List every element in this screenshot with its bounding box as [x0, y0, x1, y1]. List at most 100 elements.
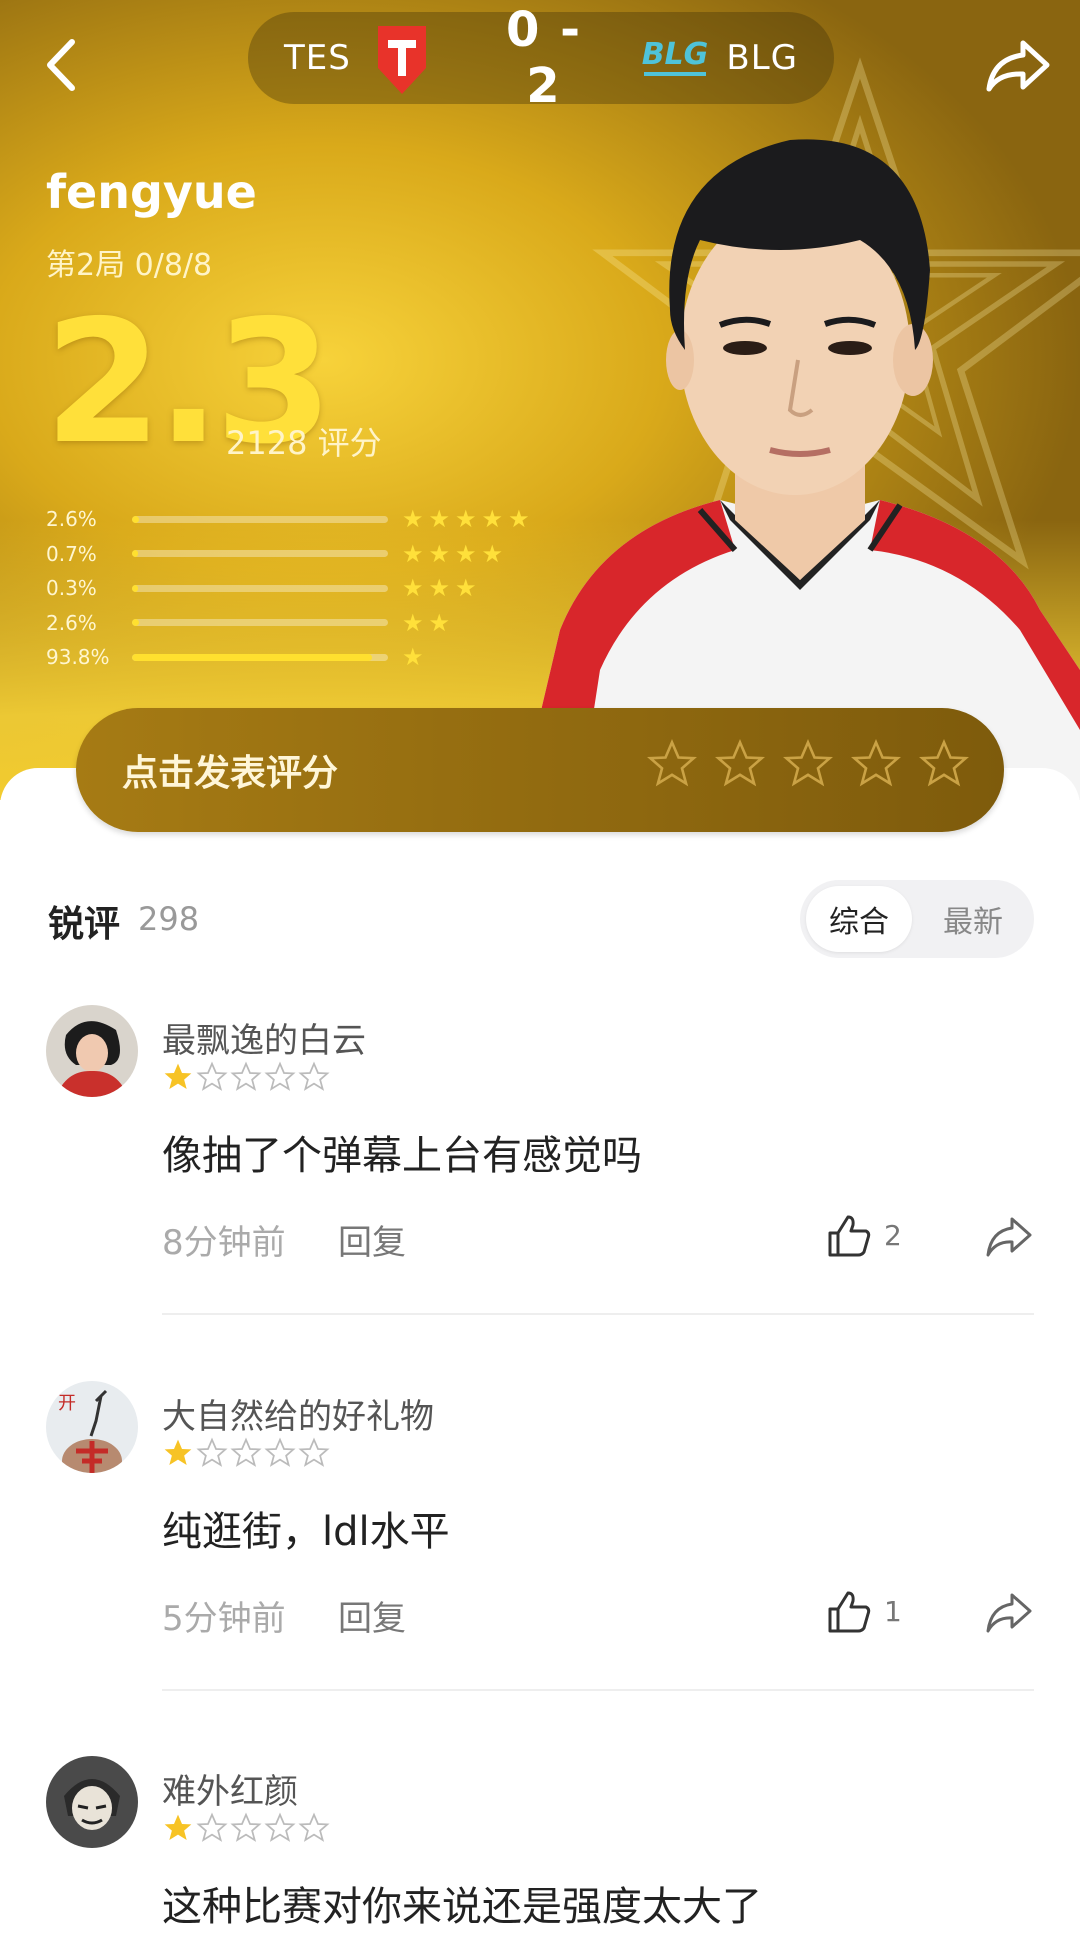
tes-logo-icon — [378, 26, 426, 94]
comment-rating — [162, 1061, 330, 1093]
distribution-percent: 0.7% — [46, 541, 97, 566]
empty-star-icon — [264, 1437, 296, 1467]
empty-star-icon[interactable] — [714, 738, 766, 790]
share-icon — [986, 40, 1050, 92]
rating-distribution: 2.6% ★★★★★ 0.7% ★★★★ 0.3% ★★★ 2.6% ★★ 93… — [46, 502, 566, 675]
comment-item: 最飘逸的白云 像抽了个弹幕上台有感觉吗 8分钟前 回复 2 — [0, 1005, 1080, 1365]
empty-star-icon — [196, 1812, 228, 1842]
svg-text:开: 开 — [58, 1393, 76, 1414]
avatar[interactable]: 开 — [46, 1381, 138, 1473]
share-button[interactable] — [978, 30, 1058, 100]
player-hero: TES 0 - 2 BLG BLG fengyue 第2局 0/8/8 2.3 … — [0, 0, 1080, 800]
comment-text: 像抽了个弹幕上台有感觉吗 — [162, 1133, 642, 1179]
divider — [162, 1313, 1034, 1315]
empty-star-icon — [264, 1812, 296, 1842]
reply-button[interactable]: 回复 — [338, 1215, 406, 1264]
player-name: fengyue — [46, 165, 257, 219]
comment-text: 纯逛街，ldl水平 — [162, 1509, 450, 1555]
reviews-title: 锐评 — [48, 904, 121, 945]
back-arrow-icon — [47, 39, 75, 91]
thumbs-up-icon[interactable] — [824, 1587, 874, 1637]
distribution-bar — [132, 619, 388, 627]
distribution-bar — [132, 550, 388, 558]
distribution-bar — [132, 515, 388, 523]
reply-button[interactable]: 回复 — [338, 1591, 406, 1640]
share-arrow-icon[interactable] — [984, 1211, 1034, 1261]
comment-rating — [162, 1437, 330, 1469]
distribution-row: 2.6% ★★ — [46, 606, 566, 641]
distribution-row: 0.3% ★★★ — [46, 571, 566, 606]
like-count: 2 — [884, 1219, 902, 1252]
filled-star-icon — [164, 1063, 192, 1089]
back-button[interactable] — [30, 30, 90, 100]
thumbs-up-icon[interactable] — [824, 1211, 874, 1261]
avatar[interactable] — [46, 1756, 138, 1848]
team-b-name: BLG — [726, 38, 798, 78]
avatar-image: 开 — [46, 1381, 138, 1473]
distribution-bar — [132, 584, 388, 592]
match-score: 0 - 2 — [505, 2, 583, 114]
empty-star-icon — [196, 1061, 228, 1091]
star-icon: ★★ — [402, 608, 456, 637]
player-photo — [520, 139, 1080, 800]
empty-star-icon — [264, 1061, 296, 1091]
distribution-percent: 0.3% — [46, 576, 97, 601]
empty-star-icon[interactable] — [918, 738, 970, 790]
distribution-bar-fill — [132, 550, 139, 558]
rate-stars[interactable] — [646, 738, 970, 790]
empty-star-icon — [230, 1812, 262, 1842]
distribution-percent: 2.6% — [46, 610, 97, 635]
empty-star-icon — [298, 1812, 330, 1842]
comment-time: 5分钟前 — [162, 1599, 286, 1639]
like-count: 1 — [884, 1595, 902, 1628]
empty-star-icon — [298, 1061, 330, 1091]
avatar-image — [46, 1756, 138, 1848]
avatar[interactable] — [46, 1005, 138, 1097]
comment-text: 这种比赛对你来说还是强度太大了 — [162, 1884, 762, 1930]
empty-star-icon[interactable] — [782, 738, 834, 790]
comment-item: 难外红颜 这种比赛对你来说还是强度太大了 — [0, 1756, 1080, 1938]
distribution-bar-fill — [132, 584, 139, 592]
comment-username[interactable]: 最飘逸的白云 — [162, 1013, 366, 1062]
empty-star-icon — [196, 1437, 228, 1467]
comment-rating — [162, 1812, 330, 1844]
blg-logo-icon: BLG — [642, 37, 709, 76]
distribution-bar — [132, 653, 388, 661]
rate-button-label: 点击发表评分 — [122, 753, 339, 794]
star-icon: ★★★★★ — [402, 505, 535, 534]
star-icon: ★★★★ — [402, 539, 509, 568]
empty-star-icon[interactable] — [850, 738, 902, 790]
empty-star-icon — [230, 1061, 262, 1091]
game-stats: 第2局 0/8/8 — [46, 248, 213, 283]
rating-count: 2128 评分 — [226, 424, 382, 462]
svg-text:BLG: BLG — [642, 37, 709, 72]
filled-star-icon — [164, 1814, 192, 1840]
filled-star-icon — [164, 1439, 192, 1465]
sort-toggle: 综合 最新 — [800, 880, 1034, 958]
comment-item: 开 大自然给的好礼物 纯逛街，ldl水平 5分钟前 回复 1 — [0, 1381, 1080, 1741]
star-icon: ★ — [402, 643, 429, 672]
rate-player-button[interactable]: 点击发表评分 — [76, 708, 1004, 832]
distribution-bar-fill — [132, 619, 139, 627]
comment-username[interactable]: 大自然给的好礼物 — [162, 1389, 434, 1438]
empty-star-icon — [230, 1437, 262, 1467]
divider — [162, 1689, 1034, 1691]
distribution-row: 93.8% ★ — [46, 640, 566, 675]
tab-comprehensive[interactable]: 综合 — [806, 886, 912, 952]
tab-latest[interactable]: 最新 — [920, 886, 1026, 952]
match-scorebar[interactable]: TES 0 - 2 BLG BLG — [248, 2, 834, 114]
distribution-percent: 93.8% — [46, 645, 110, 670]
empty-star-icon — [298, 1437, 330, 1467]
distribution-row: 0.7% ★★★★ — [46, 537, 566, 572]
empty-star-icon[interactable] — [646, 738, 698, 790]
distribution-bar-fill — [132, 653, 373, 661]
avatar-image — [46, 1005, 138, 1097]
star-icon: ★★★ — [402, 574, 482, 603]
distribution-percent: 2.6% — [46, 507, 97, 532]
reviews-count: 298 — [138, 900, 200, 938]
comment-time: 8分钟前 — [162, 1223, 286, 1263]
distribution-bar-fill — [132, 515, 139, 523]
distribution-row: 2.6% ★★★★★ — [46, 502, 566, 537]
comment-username[interactable]: 难外红颜 — [162, 1764, 298, 1813]
share-arrow-icon[interactable] — [984, 1587, 1034, 1637]
